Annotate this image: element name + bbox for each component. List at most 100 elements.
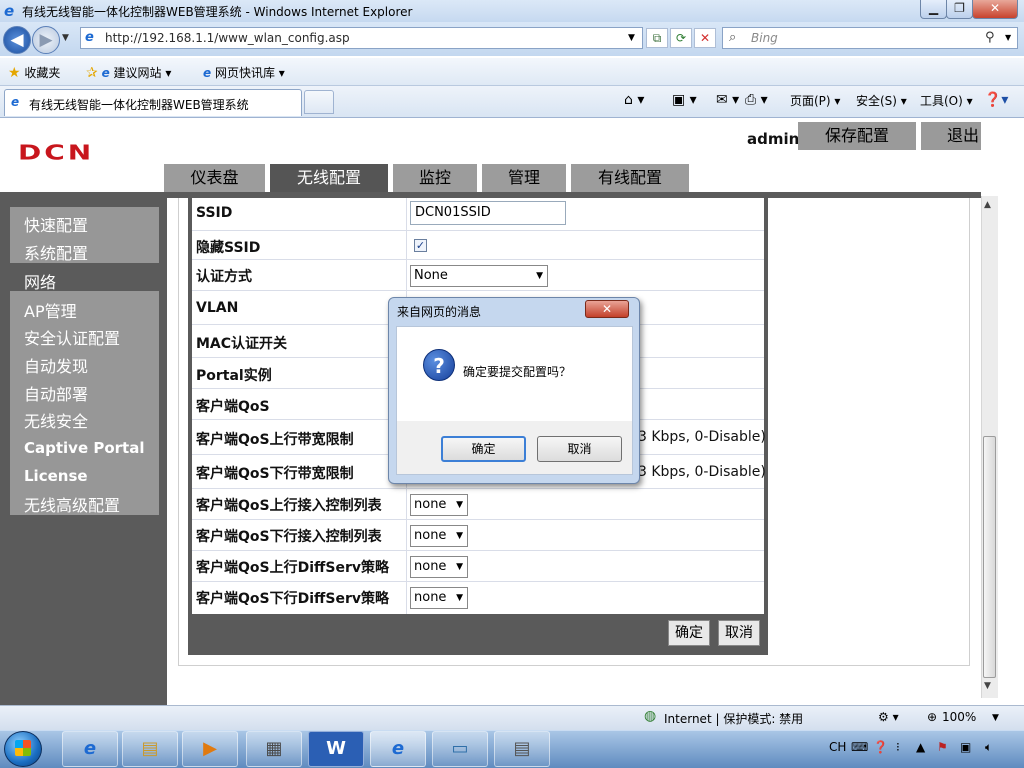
safety-menu[interactable]: 安全(S) ▾ [856,92,907,109]
web-slice-gallery-link[interactable]: e 网页快讯库 ▾ [203,64,285,81]
form-cancel-button[interactable]: 取消 [718,620,760,646]
web-slice-gallery-label: 网页快讯库 ▾ [214,66,285,80]
back-button[interactable]: ◀ [3,26,31,54]
qos-down-diffserv-select[interactable]: none ▼ [410,587,468,609]
protected-mode-icon[interactable]: ⚙ ▾ [878,710,899,724]
window-close-button[interactable]: ✕ [972,0,1018,19]
qos-down-acl-select[interactable]: none ▼ [410,525,468,547]
keyboard-icon[interactable]: ⌨ [851,740,868,754]
search-go-icon[interactable]: ⚲ [985,30,995,45]
search-box[interactable]: ⌕ Bing ⚲ ▼ [722,27,1018,49]
sidebar-item-ap-management[interactable]: AP管理 [24,298,77,322]
sidebar-item-wireless-advanced[interactable]: 无线高级配置 [24,492,120,516]
start-button[interactable] [4,731,42,767]
show-hidden-icons[interactable]: ▲ [916,740,925,754]
search-options-dropdown-icon[interactable]: ▼ [1005,33,1011,42]
add-favorite-icon: ✰ [86,65,98,81]
dialog-ok-button[interactable]: 确定 [441,436,526,462]
save-config-button[interactable]: 保存配置 [798,122,916,150]
refresh-icon[interactable]: ⟳ [670,28,692,48]
form-row-qos-up-acl: 客户端QoS上行接入控制列表 none ▼ [192,489,764,520]
help-tray-icon[interactable]: ❓ [873,740,888,754]
taskbar-ie-active[interactable]: e [370,731,426,767]
chevron-down-icon: ▼ [536,271,543,281]
dialog-close-button[interactable]: ✕ [585,300,629,318]
qos-up-diffserv-select[interactable]: none ▼ [410,556,468,578]
address-bar[interactable]: e http://192.168.1.1/www_wlan_config.asp [80,27,643,49]
recent-pages-dropdown-icon[interactable]: ▼ [62,33,69,43]
favorites-button[interactable]: ★ 收藏夹 [8,64,60,81]
volume-icon[interactable]: 🔈︎ [985,740,992,755]
browser-tab-title: 有线无线智能一体化控制器WEB管理系统 [29,98,249,112]
taskbar-app-generic[interactable]: ▦ [246,731,302,767]
dialog-title: 来自网页的消息 [397,305,482,319]
sidebar-item-auto-deploy[interactable]: 自动部署 [24,381,88,405]
page-menu[interactable]: 页面(P) ▾ [790,92,840,109]
print-icon[interactable]: ⎙ ▾ [745,92,768,108]
scroll-down-icon[interactable]: ▼ [984,681,991,691]
action-center-flag-icon[interactable]: ⚑ [937,740,948,754]
language-indicator[interactable]: CH [829,740,846,754]
question-icon: ? [423,349,455,381]
ie-logo-icon: e [4,2,15,20]
mac-auth-label: MAC认证开关 [196,336,288,352]
tab-management[interactable]: 管理 [482,164,566,192]
favorites-label: 收藏夹 [24,66,61,80]
auth-method-select[interactable]: None ▼ [410,265,548,287]
compatibility-view-icon[interactable]: ⧉ [646,28,668,48]
security-zone-text[interactable]: Internet | 保护模式: 禁用 [664,710,803,727]
qos-down-diffserv-value: none [414,590,447,605]
search-placeholder[interactable]: Bing [751,31,778,45]
sidebar-item-license[interactable]: License [24,467,88,485]
scroll-up-icon[interactable]: ▲ [984,200,991,210]
sidebar-item-quick-config[interactable]: 快速配置 [24,212,88,236]
windows-logo-icon [15,740,31,756]
taskbar-file-app[interactable]: ▤ [494,731,550,767]
tab-wired-config[interactable]: 有线配置 [571,164,689,192]
taskbar-ie-pinned[interactable]: e [62,731,118,767]
tab-wireless-config[interactable]: 无线配置 [270,164,388,192]
tab-dashboard[interactable]: 仪表盘 [164,164,265,192]
ssid-input[interactable]: DCN01SSID [410,201,566,225]
suggested-sites-link[interactable]: ✰ e 建议网站 ▾ [86,64,171,81]
sidebar-item-wireless-security[interactable]: 无线安全 [24,408,88,432]
zoom-level[interactable]: 100% [942,710,976,724]
home-icon[interactable]: ⌂ ▾ [624,92,644,108]
minimize-button[interactable]: ▁ [920,0,947,19]
ie-page-icon: e [203,66,212,80]
address-url[interactable]: http://192.168.1.1/www_wlan_config.asp [105,31,350,45]
maximize-button[interactable]: ❐ [946,0,973,19]
browser-tab-active[interactable]: e 有线无线智能一体化控制器WEB管理系统 [4,89,302,116]
network-icon[interactable]: ▣ [960,740,971,754]
tools-menu[interactable]: 工具(O) ▾ [920,92,973,109]
new-tab-button[interactable] [304,90,334,114]
help-icon[interactable]: ❓▾ [984,92,1008,108]
sidebar-item-network[interactable]: 网络 [24,269,56,293]
logout-button[interactable]: 退出 [921,122,981,150]
qos-up-acl-select[interactable]: none ▼ [410,494,468,516]
sidebar-item-captive-portal[interactable]: Captive Portal [24,439,144,457]
sidebar-item-security-auth[interactable]: 安全认证配置 [24,325,120,349]
sidebar-item-auto-discovery[interactable]: 自动发现 [24,353,88,377]
taskbar-word[interactable]: W [308,731,364,767]
feeds-icon[interactable]: ▣ ▾ [672,92,697,108]
stop-icon[interactable]: ✕ [694,28,716,48]
taskbar-picture-viewer[interactable]: ▭ [432,731,488,767]
forward-button[interactable]: ▶ [32,26,60,54]
tab-monitor[interactable]: 监控 [393,164,477,192]
ssid-label: SSID [196,205,233,221]
form-ok-button[interactable]: 确定 [668,620,710,646]
sidebar-item-system-config[interactable]: 系统配置 [24,240,88,264]
ime-options-icon[interactable]: ⁝ [896,740,900,754]
hide-ssid-checkbox[interactable]: ✓ [414,239,427,252]
zoom-dropdown-icon[interactable]: ▼ [992,713,999,723]
chevron-down-icon: ▼ [456,593,463,603]
tab-favicon-icon: e [11,95,20,109]
taskbar-explorer[interactable]: ▤ [122,731,178,767]
taskbar-media-player[interactable]: ▶ [182,731,238,767]
auth-method-value: None [414,268,448,283]
read-mail-icon[interactable]: ✉ ▾ [716,92,739,108]
scroll-thumb[interactable] [983,436,996,678]
address-dropdown-icon[interactable]: ▼ [628,33,635,43]
dialog-cancel-button[interactable]: 取消 [537,436,622,462]
